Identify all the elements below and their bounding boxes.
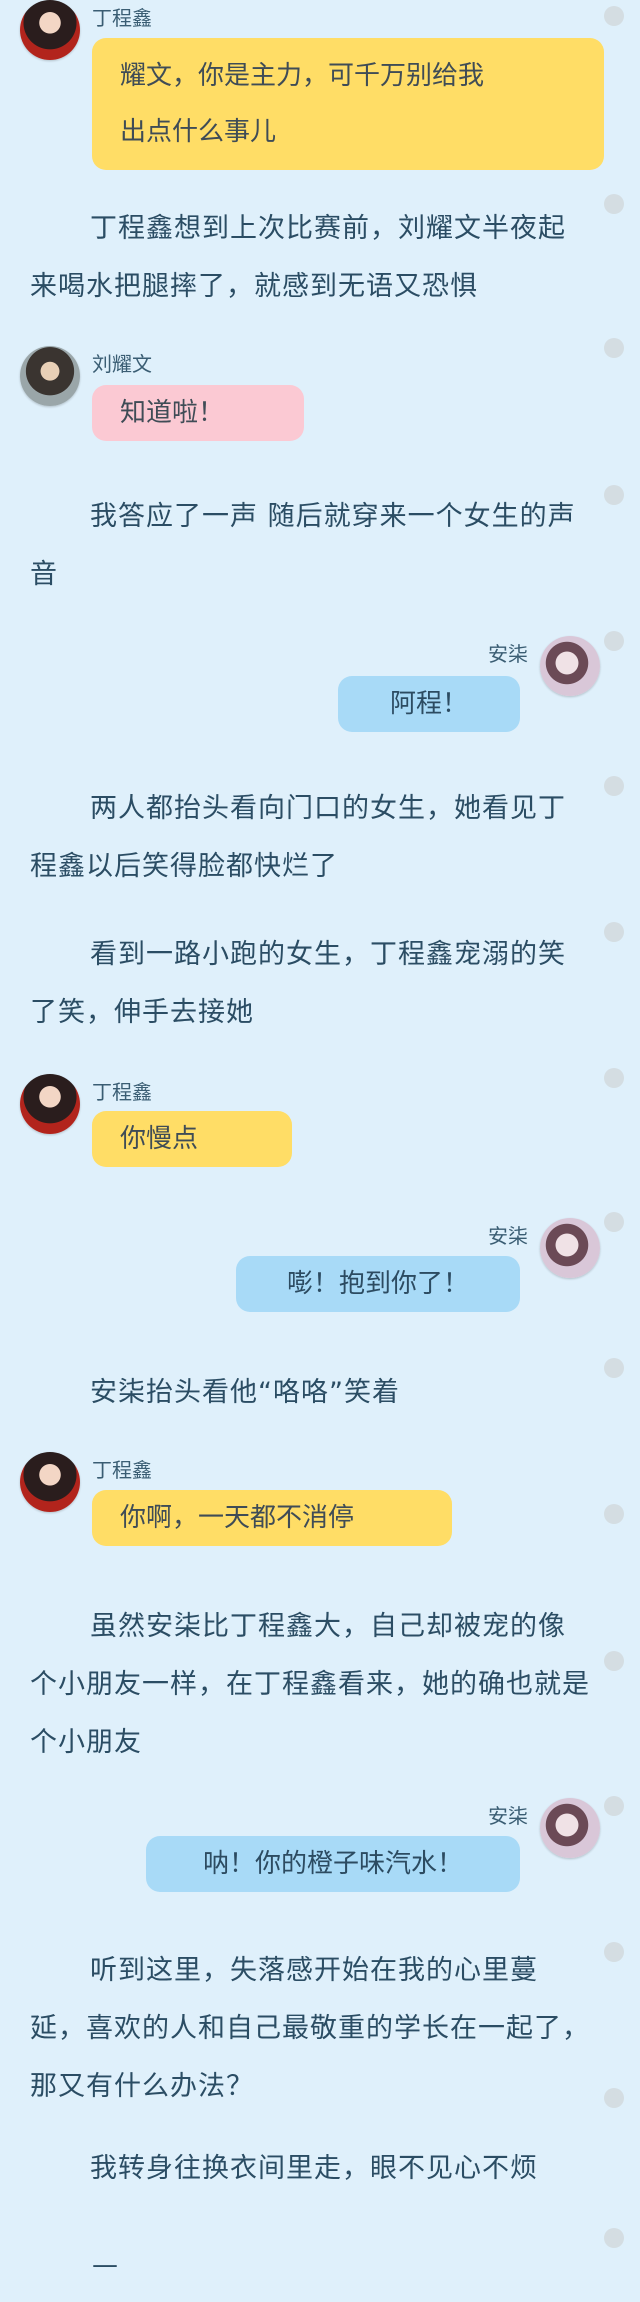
story-stream: 丁程鑫 耀文，你是主力，可千万别给我 出点什么事儿 丁程鑫想到上次比赛前，刘耀文半夜起… (0, 0, 640, 2302)
chat-bubble-line: 阿程！ (389, 689, 468, 719)
narration-paragraph: 两人都抬头看向门口的女生，她看见丁程鑫以后笑得脸都快烂了 (30, 793, 566, 882)
narration-paragraph: 安柒抬头看他“咯咯”笑着 (90, 1377, 400, 1408)
narration-paragraph: 看到一路小跑的女生，丁程鑫宠溺的笑了笑，伸手去接她 (30, 939, 566, 1028)
narration-paragraph: 丁程鑫想到上次比赛前，刘耀文半夜起来喝水把腿摔了，就感到无语又恐惧 (30, 213, 566, 302)
chat-bubble: 阿程！ (338, 676, 520, 732)
speaker-name: 丁程鑫 (92, 1080, 152, 1104)
chat-bubble-line: 呐！你的橙子味汽水！ (202, 1849, 463, 1879)
chat-bubble-line: 你啊，一天都不消停 (120, 1503, 355, 1533)
chat-bubble-line: 耀文，你是主力，可千万别给我 (120, 61, 485, 91)
narration-paragraph: 听到这里，失落感开始在我的心里蔓延，喜欢的人和自己最敬重的学长在一起了，那又有什… (30, 1955, 590, 2102)
speaker-name: 安柒 (488, 1224, 528, 1248)
chat-bubble: 你慢点 (92, 1111, 292, 1167)
avatar-an-icon (540, 636, 600, 696)
chat-bubble: 你啊，一天都不消停 (92, 1490, 452, 1546)
chat-bubble: 嘭！抱到你了！ (236, 1256, 520, 1312)
chat-bubble-line: 出点什么事儿 (120, 117, 277, 147)
speaker-name: 丁程鑫 (92, 1458, 152, 1482)
avatar-ding-icon (20, 0, 80, 60)
chat-bubble: 耀文，你是主力，可千万别给我 出点什么事儿 (92, 38, 604, 170)
chat-bubble: 呐！你的橙子味汽水！ (146, 1836, 520, 1892)
chat-bubble-line: 嘭！抱到你了！ (286, 1269, 469, 1299)
avatar-liu-icon (20, 346, 80, 406)
narration-paragraph: 虽然安柒比丁程鑫大，自己却被宠的像个小朋友一样，在丁程鑫看来，她的确也就是个小朋… (30, 1611, 590, 1758)
chat-bubble-line: 你慢点 (120, 1124, 199, 1154)
speaker-name: 安柒 (488, 642, 528, 666)
avatar-ding-icon (20, 1074, 80, 1134)
speaker-name: 安柒 (488, 1804, 528, 1828)
chat-bubble-line: 知道啦！ (120, 398, 225, 428)
chat-bubble: 知道啦！ (92, 385, 304, 441)
avatar-an-icon (540, 1798, 600, 1858)
avatar-ding-icon (20, 1452, 80, 1512)
narration-paragraph: 我转身往换衣间里走，眼不见心不烦 (90, 2153, 538, 2184)
narration-paragraph: 我答应了一声 随后就穿来一个女生的声音 (30, 501, 576, 590)
story-end-dash: — (92, 2250, 118, 2280)
speaker-name: 刘耀文 (92, 352, 152, 376)
speaker-name: 丁程鑫 (92, 6, 152, 30)
avatar-an-icon (540, 1218, 600, 1278)
